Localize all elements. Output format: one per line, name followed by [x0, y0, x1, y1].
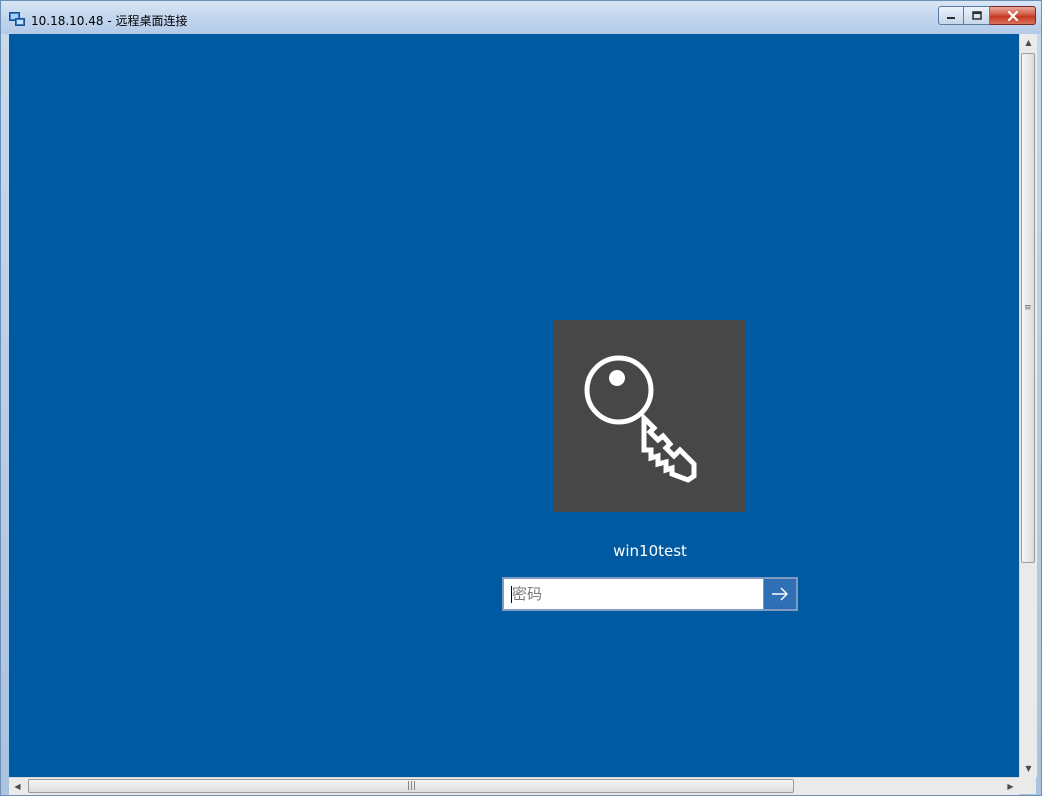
password-input[interactable] [504, 579, 763, 609]
grip-icon: ||| [407, 781, 417, 791]
minimize-icon [947, 16, 955, 19]
arrow-left-icon: ◀ [14, 782, 21, 791]
scrollbar-corner [1019, 777, 1036, 794]
text-caret [511, 586, 512, 603]
arrow-down-icon: ▼ [1025, 764, 1032, 773]
close-icon [1007, 10, 1018, 21]
scroll-left-button[interactable]: ◀ [9, 778, 26, 795]
vertical-scroll-thumb[interactable]: ≡ [1021, 53, 1035, 563]
horizontal-scroll-thumb[interactable]: ||| [28, 779, 794, 793]
remote-desktop-app-icon [9, 12, 25, 26]
remote-desktop-window: 10.18.10.48 - 远程桌面连接 win10test ▲ ≡ ▼ ◀ |… [0, 0, 1042, 796]
scroll-down-button[interactable]: ▼ [1020, 760, 1037, 777]
remote-login-screen: win10test [9, 34, 1019, 777]
scroll-right-button[interactable]: ▶ [1002, 778, 1019, 795]
window-title: 10.18.10.48 - 远程桌面连接 [31, 14, 188, 28]
password-box [502, 577, 798, 611]
close-button[interactable] [990, 6, 1036, 25]
vertical-scrollbar[interactable]: ▲ ≡ ▼ [1019, 34, 1037, 777]
title-bar[interactable]: 10.18.10.48 - 远程桌面连接 [1, 1, 1041, 34]
key-icon [584, 355, 697, 483]
arrow-right-icon [772, 587, 788, 601]
maximize-button[interactable] [964, 6, 990, 25]
password-field-wrap [504, 579, 763, 609]
arrow-up-icon: ▲ [1025, 38, 1032, 47]
horizontal-scrollbar[interactable]: ◀ ||| ▶ [9, 777, 1019, 795]
submit-button[interactable] [763, 579, 796, 609]
maximize-icon [971, 11, 982, 20]
arrow-right-small-icon: ▶ [1007, 782, 1014, 791]
window-controls [938, 6, 1036, 26]
user-avatar [554, 320, 746, 512]
minimize-button[interactable] [938, 6, 964, 25]
scroll-up-button[interactable]: ▲ [1020, 34, 1037, 51]
grip-icon: ≡ [1024, 303, 1032, 313]
username-label: win10test [613, 542, 687, 560]
